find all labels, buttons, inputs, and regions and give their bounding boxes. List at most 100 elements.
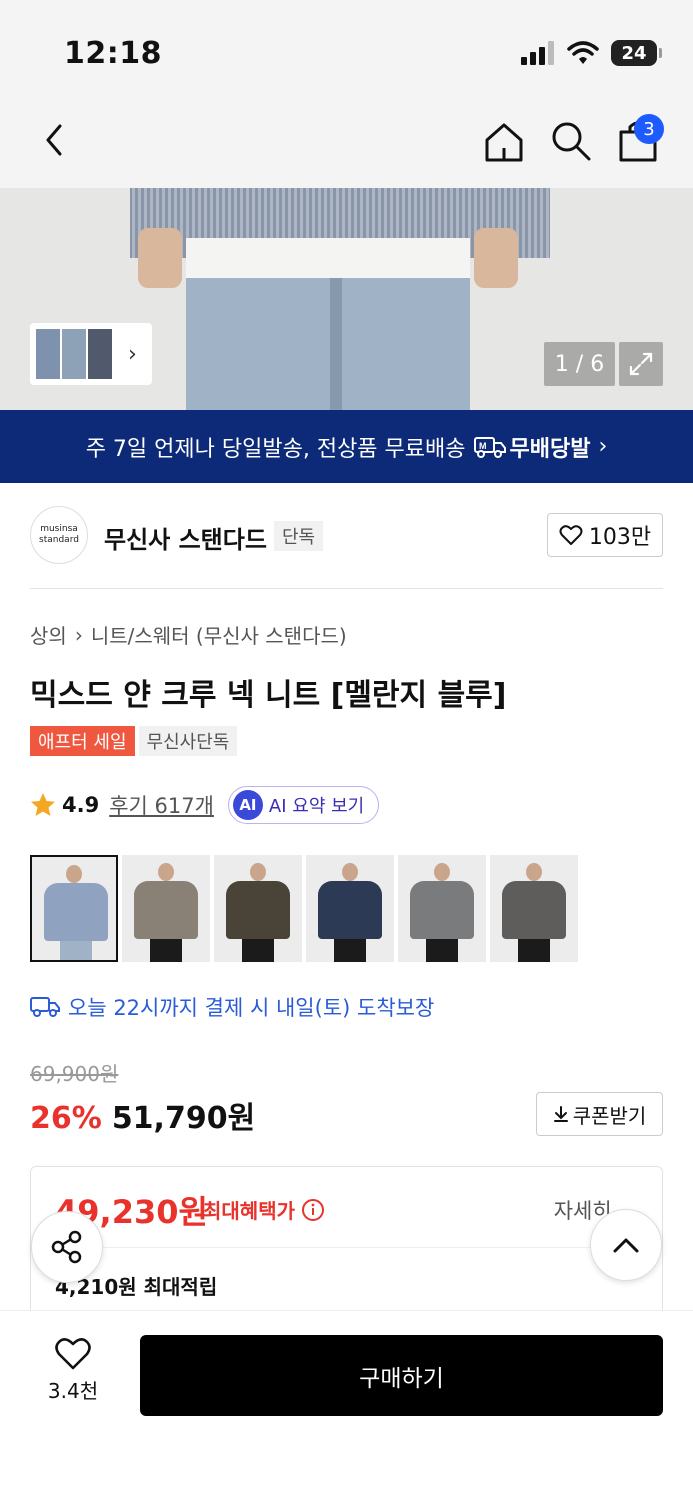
buy-button[interactable]: 구매하기 [140,1335,663,1416]
wishlist-count: 3.4천 [47,1379,99,1403]
share-button[interactable] [31,1211,103,1283]
status-bar: 12:18 24 [0,0,693,100]
ai-icon: AI [232,790,263,820]
max-benefit-label-text: 최대혜택가 [203,1199,295,1223]
sale-price: 51,790원 [111,1101,256,1136]
nav-bar [0,100,693,188]
color-option-thumb[interactable] [398,855,486,962]
rating-value: 4.9 [62,793,100,817]
signal-icon [521,41,554,65]
scroll-top-button[interactable] [590,1209,662,1281]
info-icon[interactable] [301,1198,325,1222]
shipping-banner[interactable]: 주 7일 언제나 당일발송, 전상품 무료배송 M 무배당발 › [0,410,693,483]
product-badges: 애프터 세일 무신사단독 [30,726,238,756]
model-head [526,863,542,881]
download-icon [553,1106,568,1122]
chevron-right-icon: › [128,341,137,367]
purchase-bar: 3.4천 구매하기 [0,1310,693,1500]
color-option-thumb[interactable] [30,855,118,962]
model-legs [334,939,366,962]
search-icon[interactable] [550,120,592,162]
discount-rate: 26% [30,1101,102,1136]
model-head [342,863,358,881]
delivery-guarantee[interactable]: 오늘 22시까지 결제 시 내일(토) 도착보장 [30,992,434,1022]
shipping-banner-text: 주 7일 언제나 당일발송, 전상품 무료배송 [85,436,466,462]
model-legs [150,939,182,962]
brand-like-count: 103만 [588,525,652,550]
home-icon[interactable] [482,120,526,164]
color-options [30,855,578,962]
max-benefit-label: 최대혜택가 [203,1195,325,1224]
chevron-up-icon [613,1238,639,1253]
sweater-swatch [502,881,566,939]
chevron-right-icon: › [598,434,608,459]
free-shipping-brand-label: 무배당발 [509,436,591,462]
coupon-label: 쿠폰받기 [572,1103,647,1128]
status-time: 12:18 [64,36,162,71]
review-count-link[interactable]: 후기 617개 [109,790,214,820]
chevron-right-icon: › [74,622,83,647]
brand-name[interactable]: 무신사 스탠다드 [104,520,267,555]
model-head [66,865,82,883]
heart-icon [559,525,583,545]
share-icon [51,1230,82,1264]
model-legs [426,939,458,962]
sweater-swatch [134,881,198,939]
sweater-swatch [44,883,108,941]
color-option-thumb[interactable] [214,855,302,962]
image-counter: 1 / 6 [544,342,615,386]
color-option-thumb[interactable] [306,855,394,962]
sweater-swatch [410,881,474,939]
svg-text:M: M [479,441,487,451]
ai-summary-button[interactable]: AI AI 요약 보기 [227,786,380,824]
cart-count-badge: 3 [634,114,664,144]
brand-logo[interactable]: musinsa standard [30,506,88,564]
breadcrumb-category[interactable]: 상의 [30,620,67,649]
gallery-thumbnails[interactable]: › [30,323,152,385]
sweater-swatch [226,881,290,939]
star-icon [31,793,55,816]
delivery-truck-icon [30,997,60,1017]
brand-row: musinsa standard 무신사 스탠다드 단독 103만 [30,504,663,568]
breadcrumb-subcategory[interactable]: 니트/스웨터 (무신사 스탠다드) [91,620,347,649]
exclusive-badge: 무신사단독 [138,726,238,756]
brand-like-button[interactable]: 103만 [547,513,663,557]
gallery-thumb [36,329,60,379]
free-shipping-brand: M 무배당발 [473,431,591,463]
delivery-text: 오늘 22시까지 결제 시 내일(토) 도착보장 [68,996,435,1020]
gallery-thumb [62,329,86,379]
battery-icon: 24 [611,40,662,66]
divider [30,588,663,589]
coupon-button[interactable]: 쿠폰받기 [536,1092,663,1136]
wifi-icon [567,41,599,64]
model-legs [242,939,274,962]
sweater-swatch [318,881,382,939]
heart-icon [55,1338,91,1370]
ai-summary-label: AI 요약 보기 [268,796,365,817]
rating-row: 4.9 후기 617개 AI AI 요약 보기 [30,786,380,824]
color-option-thumb[interactable] [122,855,210,962]
expand-icon[interactable] [619,342,663,386]
product-title: 믹스드 얀 크루 넥 니트 [멜란지 블루] [30,678,507,713]
model-legs [60,941,92,960]
model-head [250,863,266,881]
wishlist-button[interactable]: 3.4천 [30,1337,116,1404]
model-head [158,863,174,881]
gallery-thumb [88,329,112,379]
model-legs [518,939,550,962]
brand-logo-line1: musinsa [40,524,78,534]
max-benefit-box: 49,230원 최대혜택가 자세히 ⌄ 4,210원 최대적립 [30,1166,663,1326]
back-arrow-icon[interactable] [36,120,76,160]
divider [31,1247,662,1248]
brand-exclusive-tag: 단독 [274,521,324,551]
color-option-thumb[interactable] [490,855,578,962]
breadcrumb: 상의 › 니트/스웨터 (무신사 스탠다드) [30,620,347,649]
brand-logo-line2: standard [39,535,79,545]
original-price: 69,900원 [30,1062,119,1086]
sale-badge: 애프터 세일 [30,726,135,756]
product-image-gallery[interactable]: › 1 / 6 [0,188,693,410]
delivery-truck-icon: M [473,436,506,458]
model-head [434,863,450,881]
status-icons: 24 [521,40,662,66]
price-row: 26% 51,790원 [30,1093,255,1137]
